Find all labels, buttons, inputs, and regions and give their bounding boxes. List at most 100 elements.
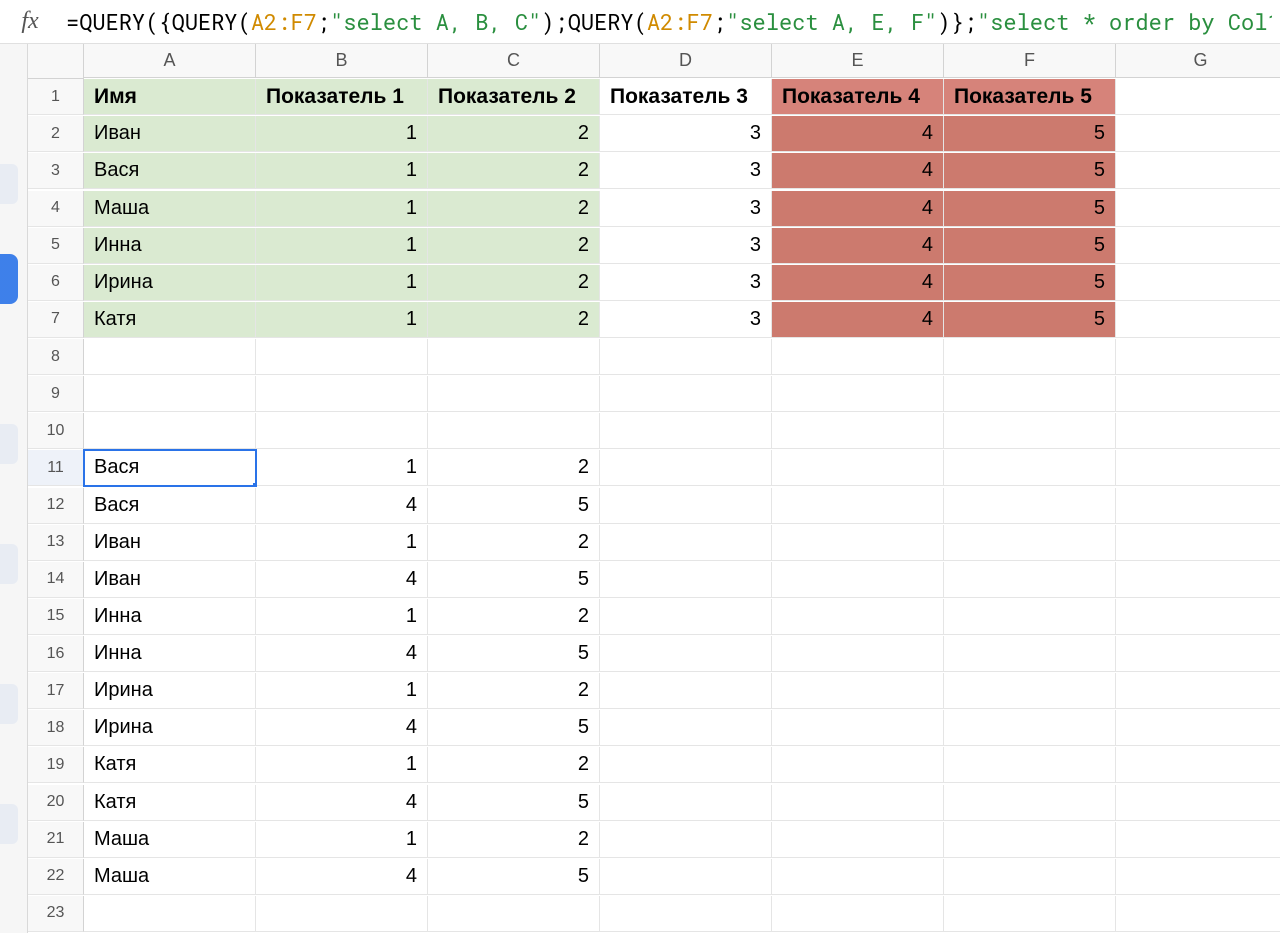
cell-C11[interactable]: 2: [428, 450, 600, 486]
cell-C4[interactable]: 2: [428, 191, 600, 227]
cell-F21[interactable]: [944, 822, 1116, 858]
cell-A9[interactable]: [84, 376, 256, 412]
cell-C5[interactable]: 2: [428, 228, 600, 264]
cell-F1[interactable]: Показатель 5: [944, 79, 1116, 115]
cell-F4[interactable]: 5: [944, 191, 1116, 227]
cell-E16[interactable]: [772, 636, 944, 672]
cell-C18[interactable]: 5: [428, 710, 600, 746]
cell-G3[interactable]: [1116, 153, 1280, 189]
cell-B16[interactable]: 4: [256, 636, 428, 672]
cell-E3[interactable]: 4: [772, 153, 944, 189]
cell-G20[interactable]: [1116, 785, 1280, 821]
cell-G4[interactable]: [1116, 191, 1280, 227]
cell-B12[interactable]: 4: [256, 488, 428, 524]
cell-A16[interactable]: Инна: [84, 636, 256, 672]
cell-G5[interactable]: [1116, 228, 1280, 264]
cell-B2[interactable]: 1: [256, 116, 428, 152]
cell-A23[interactable]: [84, 896, 256, 932]
column-header-F[interactable]: F: [944, 44, 1116, 78]
row-header-21[interactable]: 21: [28, 822, 84, 858]
row-header-10[interactable]: 10: [28, 413, 84, 449]
cell-F7[interactable]: 5: [944, 302, 1116, 338]
cell-E13[interactable]: [772, 525, 944, 561]
cell-E9[interactable]: [772, 376, 944, 412]
cell-B6[interactable]: 1: [256, 265, 428, 301]
cell-C16[interactable]: 5: [428, 636, 600, 672]
cell-E6[interactable]: 4: [772, 265, 944, 301]
cell-A21[interactable]: Маша: [84, 822, 256, 858]
cell-B13[interactable]: 1: [256, 525, 428, 561]
cell-G8[interactable]: [1116, 339, 1280, 375]
cell-B20[interactable]: 4: [256, 785, 428, 821]
cell-A5[interactable]: Инна: [84, 228, 256, 264]
cell-E2[interactable]: 4: [772, 116, 944, 152]
cell-B5[interactable]: 1: [256, 228, 428, 264]
row-header-5[interactable]: 5: [28, 228, 84, 264]
cell-F2[interactable]: 5: [944, 116, 1116, 152]
cell-G12[interactable]: [1116, 488, 1280, 524]
cell-F12[interactable]: [944, 488, 1116, 524]
cell-A14[interactable]: Иван: [84, 562, 256, 598]
row-header-18[interactable]: 18: [28, 710, 84, 746]
cell-A12[interactable]: Вася: [84, 488, 256, 524]
cell-D14[interactable]: [600, 562, 772, 598]
cell-A8[interactable]: [84, 339, 256, 375]
cell-F3[interactable]: 5: [944, 153, 1116, 189]
row-header-4[interactable]: 4: [28, 191, 84, 227]
cell-C7[interactable]: 2: [428, 302, 600, 338]
cell-F18[interactable]: [944, 710, 1116, 746]
cell-D21[interactable]: [600, 822, 772, 858]
cell-A7[interactable]: Катя: [84, 302, 256, 338]
row-header-3[interactable]: 3: [28, 153, 84, 189]
cell-G22[interactable]: [1116, 859, 1280, 895]
cell-A22[interactable]: Маша: [84, 859, 256, 895]
cell-B3[interactable]: 1: [256, 153, 428, 189]
cell-B23[interactable]: [256, 896, 428, 932]
formula-input[interactable]: =QUERY({QUERY(A2:F7;"select A, B, C");QU…: [60, 3, 1272, 40]
cell-E19[interactable]: [772, 747, 944, 783]
cell-F11[interactable]: [944, 450, 1116, 486]
cell-G13[interactable]: [1116, 525, 1280, 561]
cell-E8[interactable]: [772, 339, 944, 375]
cell-A2[interactable]: Иван: [84, 116, 256, 152]
cell-F22[interactable]: [944, 859, 1116, 895]
cell-A10[interactable]: [84, 413, 256, 449]
cell-A18[interactable]: Ирина: [84, 710, 256, 746]
cell-D13[interactable]: [600, 525, 772, 561]
cell-C20[interactable]: 5: [428, 785, 600, 821]
cell-F23[interactable]: [944, 896, 1116, 932]
cell-D15[interactable]: [600, 599, 772, 635]
cell-C21[interactable]: 2: [428, 822, 600, 858]
row-header-20[interactable]: 20: [28, 785, 84, 821]
cell-B8[interactable]: [256, 339, 428, 375]
cell-D8[interactable]: [600, 339, 772, 375]
cell-B10[interactable]: [256, 413, 428, 449]
cell-F17[interactable]: [944, 673, 1116, 709]
cell-D18[interactable]: [600, 710, 772, 746]
cell-F20[interactable]: [944, 785, 1116, 821]
row-header-8[interactable]: 8: [28, 339, 84, 375]
cell-G21[interactable]: [1116, 822, 1280, 858]
row-header-2[interactable]: 2: [28, 116, 84, 152]
column-header-B[interactable]: B: [256, 44, 428, 78]
cell-D22[interactable]: [600, 859, 772, 895]
cell-C2[interactable]: 2: [428, 116, 600, 152]
column-header-D[interactable]: D: [600, 44, 772, 78]
cell-D1[interactable]: Показатель 3: [600, 79, 772, 115]
cell-F6[interactable]: 5: [944, 265, 1116, 301]
cell-A1[interactable]: Имя: [84, 79, 256, 115]
cell-A11[interactable]: Вася: [84, 450, 256, 486]
cell-D10[interactable]: [600, 413, 772, 449]
row-header-23[interactable]: 23: [28, 896, 84, 932]
cell-D17[interactable]: [600, 673, 772, 709]
cell-D16[interactable]: [600, 636, 772, 672]
cell-B11[interactable]: 1: [256, 450, 428, 486]
cell-D5[interactable]: 3: [600, 228, 772, 264]
cell-G2[interactable]: [1116, 116, 1280, 152]
cell-D7[interactable]: 3: [600, 302, 772, 338]
row-header-14[interactable]: 14: [28, 562, 84, 598]
row-header-11[interactable]: 11: [28, 450, 84, 486]
cell-F16[interactable]: [944, 636, 1116, 672]
cell-C1[interactable]: Показатель 2: [428, 79, 600, 115]
cell-F10[interactable]: [944, 413, 1116, 449]
